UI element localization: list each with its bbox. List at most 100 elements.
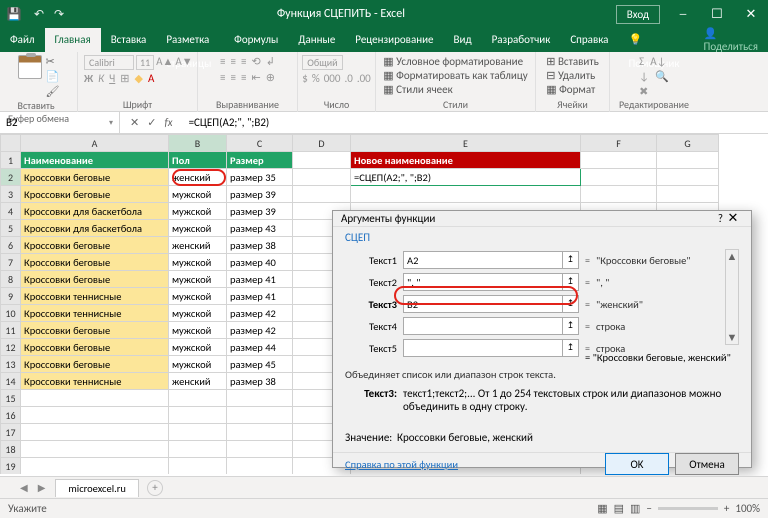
percent-icon[interactable]: %: [312, 72, 320, 85]
cell[interactable]: [169, 441, 227, 458]
range-select-icon[interactable]: ↥: [563, 295, 579, 313]
cell[interactable]: мужской: [169, 254, 227, 271]
cell[interactable]: [21, 424, 169, 441]
fill-color-icon[interactable]: ◆: [135, 72, 143, 85]
cell[interactable]: Кроссовки теннисные: [21, 288, 169, 305]
cell[interactable]: размер 38: [227, 373, 293, 390]
cell[interactable]: Кроссовки для баскетбола: [21, 203, 169, 220]
format-painter-icon[interactable]: 🖌: [46, 85, 60, 98]
col-header[interactable]: D: [293, 135, 351, 152]
cell[interactable]: [657, 169, 719, 186]
enter-formula-icon[interactable]: ✓: [147, 116, 156, 129]
arg-input[interactable]: [403, 339, 563, 357]
conditional-format[interactable]: ▦ Условное форматирование: [383, 55, 523, 68]
underline-icon[interactable]: Ч: [109, 72, 115, 85]
cell[interactable]: женский: [169, 237, 227, 254]
cell[interactable]: мужской: [169, 305, 227, 322]
cell[interactable]: [227, 390, 293, 407]
cell[interactable]: женский: [169, 169, 227, 186]
share-button[interactable]: 👤 Поделиться: [693, 27, 768, 53]
cell[interactable]: Кроссовки беговые: [21, 339, 169, 356]
autosum-icon[interactable]: Σ: [639, 55, 644, 68]
range-select-icon[interactable]: ↥: [563, 251, 579, 269]
cell[interactable]: [169, 458, 227, 475]
cell[interactable]: Кроссовки для баскетбола: [21, 220, 169, 237]
italic-icon[interactable]: К: [98, 72, 104, 85]
cell[interactable]: мужской: [169, 271, 227, 288]
dialog-close-icon[interactable]: ✕: [723, 211, 743, 226]
cell[interactable]: размер 41: [227, 271, 293, 288]
cell[interactable]: [351, 186, 581, 203]
cell[interactable]: размер 42: [227, 305, 293, 322]
arg-input[interactable]: [403, 295, 563, 313]
cell[interactable]: размер 39: [227, 203, 293, 220]
row-header[interactable]: 18: [1, 441, 21, 458]
cell[interactable]: размер 44: [227, 339, 293, 356]
row-header[interactable]: 14: [1, 373, 21, 390]
cell[interactable]: Кроссовки теннисные: [21, 305, 169, 322]
col-header[interactable]: F: [581, 135, 657, 152]
row-header[interactable]: 17: [1, 424, 21, 441]
cell[interactable]: [293, 186, 351, 203]
cell[interactable]: мужской: [169, 203, 227, 220]
align-mid-icon[interactable]: ≡: [231, 55, 236, 68]
align-left-icon[interactable]: ≡: [220, 71, 225, 84]
args-scrollbar[interactable]: ▲▼: [725, 249, 739, 345]
cell[interactable]: Кроссовки беговые: [21, 186, 169, 203]
arg-input[interactable]: [403, 317, 563, 335]
grow-font-icon[interactable]: A▲: [156, 55, 173, 70]
maximize-icon[interactable]: ☐: [700, 7, 734, 22]
cell[interactable]: Кроссовки теннисные: [21, 373, 169, 390]
wrap-icon[interactable]: ↲: [266, 55, 275, 68]
row-header[interactable]: 1: [1, 152, 21, 169]
sheet-nav-prev-icon[interactable]: ◀: [20, 481, 28, 494]
row-header[interactable]: 15: [1, 390, 21, 407]
arg-input[interactable]: [403, 273, 563, 291]
cell[interactable]: Кроссовки беговые: [21, 254, 169, 271]
row-header[interactable]: 19: [1, 458, 21, 475]
cell[interactable]: [227, 441, 293, 458]
tab-formulas[interactable]: Формулы: [224, 28, 288, 52]
cell[interactable]: размер 39: [227, 186, 293, 203]
row-header[interactable]: 4: [1, 203, 21, 220]
cell[interactable]: Размер: [227, 152, 293, 169]
cell-styles[interactable]: ▦ Стили ячеек: [383, 83, 452, 96]
tab-layout[interactable]: Разметка страницы: [156, 28, 224, 52]
align-center-icon[interactable]: ≡: [231, 71, 236, 84]
cell[interactable]: [293, 169, 351, 186]
col-header[interactable]: G: [657, 135, 719, 152]
name-box[interactable]: B2▾: [0, 112, 120, 134]
cell[interactable]: [21, 458, 169, 475]
row-header[interactable]: 13: [1, 356, 21, 373]
tab-data[interactable]: Данные: [288, 28, 345, 52]
shrink-font-icon[interactable]: A▼: [175, 55, 192, 70]
cell[interactable]: мужской: [169, 186, 227, 203]
border-icon[interactable]: ⊞: [120, 72, 129, 85]
currency-icon[interactable]: $: [302, 72, 308, 85]
clear-icon[interactable]: ✖: [639, 85, 648, 98]
find-icon[interactable]: 🔍: [655, 70, 669, 83]
row-header[interactable]: 8: [1, 271, 21, 288]
tab-file[interactable]: Файл: [0, 28, 45, 52]
cell[interactable]: Кроссовки беговые: [21, 169, 169, 186]
cell[interactable]: [581, 186, 657, 203]
cancel-formula-icon[interactable]: ✕: [130, 116, 139, 129]
view-break-icon[interactable]: ▥: [630, 499, 640, 519]
cell[interactable]: женский: [169, 373, 227, 390]
cell[interactable]: размер 43: [227, 220, 293, 237]
cell[interactable]: Кроссовки беговые: [21, 237, 169, 254]
cell[interactable]: размер 45: [227, 356, 293, 373]
row-header[interactable]: 6: [1, 237, 21, 254]
tab-developer[interactable]: Разработчик: [482, 28, 561, 52]
cell[interactable]: [21, 407, 169, 424]
sheet-tab[interactable]: microexcel.ru: [55, 479, 139, 497]
indent-dec-icon[interactable]: ⇤: [252, 71, 261, 84]
col-header[interactable]: B: [169, 135, 227, 152]
close-icon[interactable]: ✕: [734, 7, 768, 22]
tab-insert[interactable]: Вставка: [101, 28, 157, 52]
number-format[interactable]: Общий: [302, 55, 342, 70]
view-layout-icon[interactable]: ▤: [614, 499, 624, 519]
function-help-link[interactable]: Справка по этой функции: [345, 458, 458, 471]
dec-dec-icon[interactable]: .00: [357, 72, 371, 85]
cell[interactable]: мужской: [169, 356, 227, 373]
